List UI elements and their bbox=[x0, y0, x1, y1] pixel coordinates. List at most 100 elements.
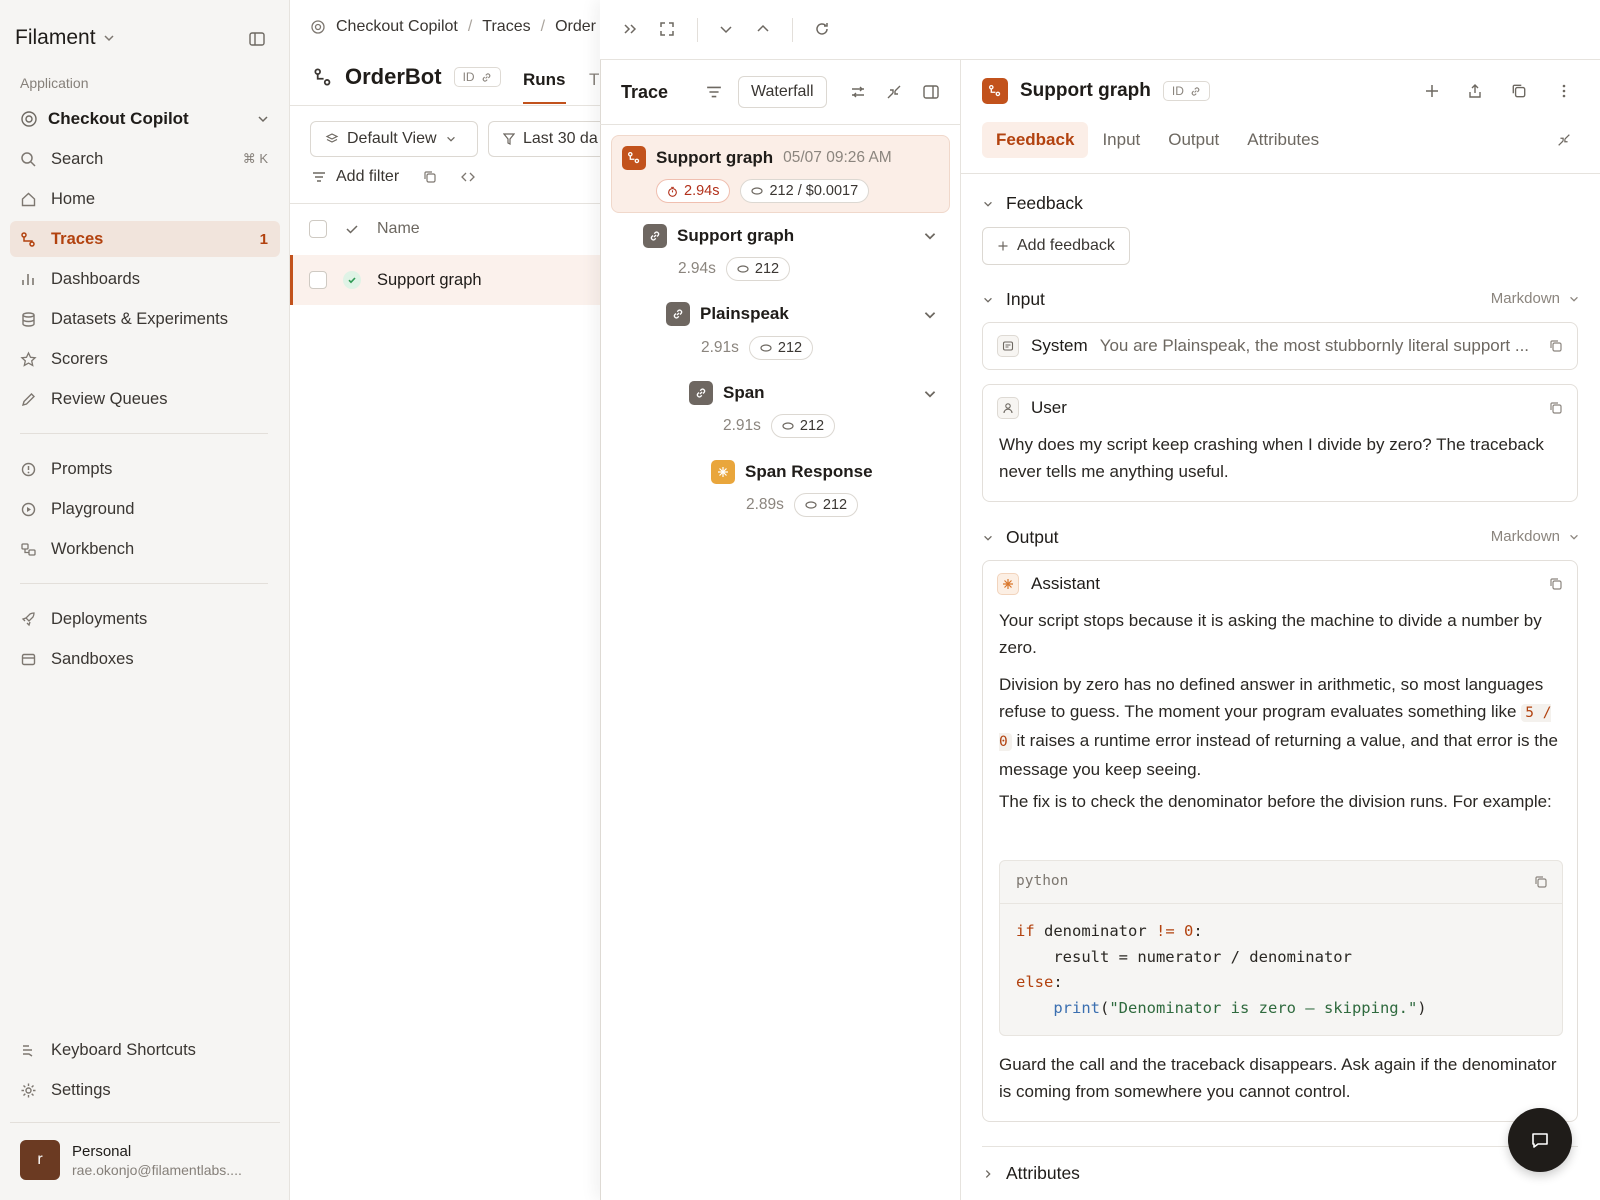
sidebar-item-datasets[interactable]: Datasets & Experiments bbox=[10, 301, 280, 337]
view-select[interactable]: Default View bbox=[310, 121, 478, 157]
app-selector[interactable]: Checkout Copilot bbox=[20, 106, 270, 132]
tab-output[interactable]: Output bbox=[1154, 122, 1233, 158]
section-title: Feedback bbox=[1006, 193, 1083, 213]
copy-id-button[interactable]: ID bbox=[453, 67, 501, 87]
code-token: "Denominator is zero — skipping." bbox=[1109, 998, 1418, 1017]
settings-sliders-icon[interactable] bbox=[849, 83, 867, 101]
column-header-name[interactable]: Name bbox=[377, 220, 420, 238]
breadcrumb-item[interactable]: Checkout Copilot bbox=[336, 18, 458, 36]
copy-icon[interactable] bbox=[1511, 83, 1527, 99]
previous-trace-icon[interactable] bbox=[754, 20, 772, 38]
table-row[interactable]: Support graph bbox=[290, 255, 602, 305]
workspace-switcher[interactable]: Filament bbox=[15, 26, 116, 50]
refresh-icon[interactable] bbox=[813, 20, 831, 38]
node-meta: 2.94s 212 bbox=[678, 257, 791, 281]
sidebar-item-dashboards[interactable]: Dashboards bbox=[10, 261, 280, 297]
date-range-filter[interactable]: Last 30 da bbox=[488, 121, 600, 157]
token-badge: 212 bbox=[770, 414, 836, 438]
keyboard-icon bbox=[20, 1042, 37, 1059]
sidebar-toggle-icon[interactable] bbox=[248, 30, 266, 48]
tab-runs[interactable]: Runs bbox=[523, 70, 566, 104]
row-checkbox[interactable] bbox=[309, 271, 327, 289]
user-menu[interactable]: r Personal rae.okonjo@filamentlabs.... bbox=[20, 1140, 242, 1180]
sidebar-item-playground[interactable]: Playground bbox=[10, 491, 280, 527]
section-input-header[interactable]: Input bbox=[982, 289, 1045, 310]
traces-count-badge: 1 bbox=[259, 230, 268, 248]
tab-input[interactable]: Input bbox=[1088, 122, 1154, 158]
node-name: Plainspeak bbox=[700, 304, 789, 323]
chevron-down-icon[interactable] bbox=[922, 228, 938, 244]
collapse-all-icon[interactable] bbox=[1556, 132, 1572, 148]
trace-node[interactable]: Support graph bbox=[643, 224, 794, 248]
chevron-down-icon[interactable] bbox=[922, 307, 938, 323]
checkmark-icon bbox=[345, 222, 359, 236]
breadcrumb-item[interactable]: Traces bbox=[482, 18, 530, 36]
collapse-all-icon[interactable] bbox=[885, 83, 903, 101]
code-icon[interactable] bbox=[461, 170, 476, 184]
sidebar-item-review-queues[interactable]: Review Queues bbox=[10, 381, 280, 417]
copy-icon[interactable] bbox=[1549, 401, 1563, 415]
section-feedback-header[interactable]: Feedback bbox=[982, 193, 1083, 214]
breadcrumb-item[interactable]: Order bbox=[555, 18, 596, 36]
collapse-panel-icon[interactable] bbox=[621, 20, 639, 38]
sidebar-item-home[interactable]: Home bbox=[10, 181, 280, 217]
sidebar-item-label: Home bbox=[51, 189, 96, 208]
link-icon bbox=[643, 224, 667, 248]
sidebar-item-label: Search bbox=[51, 149, 104, 168]
node-duration: 2.89s bbox=[746, 496, 784, 513]
sidebar-item-deployments[interactable]: Deployments bbox=[10, 601, 280, 637]
next-trace-icon[interactable] bbox=[717, 20, 735, 38]
expand-icon[interactable] bbox=[658, 20, 676, 38]
section-attributes-header[interactable]: Attributes bbox=[982, 1163, 1080, 1184]
copy-id-button[interactable]: ID bbox=[1162, 81, 1210, 101]
copy-icon[interactable] bbox=[423, 170, 437, 184]
sidebar-item-prompts[interactable]: Prompts bbox=[10, 451, 280, 487]
token-value: 212 bbox=[799, 418, 825, 434]
code-token: != bbox=[1156, 922, 1175, 940]
node-meta: 2.91s 212 bbox=[723, 414, 836, 438]
trace-root-node[interactable]: Support graph 05/07 09:26 AM 2.94s 212 /… bbox=[611, 135, 950, 213]
gear-icon bbox=[20, 1082, 37, 1099]
output-format-select[interactable]: Markdown bbox=[1491, 528, 1580, 545]
sidebar-item-workbench[interactable]: Workbench bbox=[10, 531, 280, 567]
select-all-checkbox[interactable] bbox=[309, 220, 327, 238]
sidebar-item-scorers[interactable]: Scorers bbox=[10, 341, 280, 377]
table-header: Name bbox=[290, 204, 602, 254]
chevron-down-icon bbox=[1568, 293, 1580, 305]
add-feedback-button[interactable]: Add feedback bbox=[982, 227, 1130, 265]
chat-support-button[interactable] bbox=[1508, 1108, 1572, 1172]
sidebar-item-keyboard-shortcuts[interactable]: Keyboard Shortcuts bbox=[10, 1032, 280, 1068]
tab-truncated[interactable]: T bbox=[589, 70, 599, 90]
section-output-header[interactable]: Output bbox=[982, 527, 1059, 548]
breadcrumb-separator: / bbox=[467, 18, 473, 35]
tab-attributes[interactable]: Attributes bbox=[1233, 122, 1333, 158]
sparkle-icon bbox=[997, 573, 1019, 595]
more-vertical-icon[interactable] bbox=[1556, 83, 1572, 99]
share-icon[interactable] bbox=[1467, 83, 1483, 99]
graph-icon bbox=[622, 146, 646, 170]
view-mode-toggle[interactable]: Waterfall bbox=[738, 76, 827, 108]
trace-node[interactable]: Span Response bbox=[711, 460, 873, 484]
copy-icon[interactable] bbox=[1549, 339, 1563, 353]
trace-node[interactable]: Span bbox=[689, 381, 765, 405]
section-divider bbox=[982, 1146, 1578, 1147]
plus-icon[interactable] bbox=[1424, 83, 1440, 99]
input-format-select[interactable]: Markdown bbox=[1491, 290, 1580, 307]
copy-icon[interactable] bbox=[1549, 577, 1563, 591]
chevron-down-icon[interactable] bbox=[922, 386, 938, 402]
token-cost-badge: 212 / $0.0017 bbox=[740, 179, 870, 203]
copy-icon[interactable] bbox=[1534, 875, 1548, 889]
add-filter-button[interactable]: Add filter bbox=[336, 168, 399, 186]
sidebar-item-search[interactable]: Search ⌘ K bbox=[10, 141, 280, 177]
panel-layout-icon[interactable] bbox=[922, 83, 940, 101]
chevron-down-icon bbox=[256, 112, 270, 126]
sidebar-item-traces[interactable]: Traces 1 bbox=[10, 221, 280, 257]
sidebar-item-settings[interactable]: Settings bbox=[10, 1072, 280, 1108]
user-name: Personal bbox=[72, 1142, 132, 1160]
sidebar-item-label: Deployments bbox=[51, 609, 148, 628]
tab-feedback[interactable]: Feedback bbox=[982, 122, 1089, 158]
filter-lines-icon[interactable] bbox=[706, 84, 722, 100]
detail-divider bbox=[960, 173, 1600, 174]
sidebar-item-sandboxes[interactable]: Sandboxes bbox=[10, 641, 280, 677]
trace-node[interactable]: Plainspeak bbox=[666, 302, 789, 326]
